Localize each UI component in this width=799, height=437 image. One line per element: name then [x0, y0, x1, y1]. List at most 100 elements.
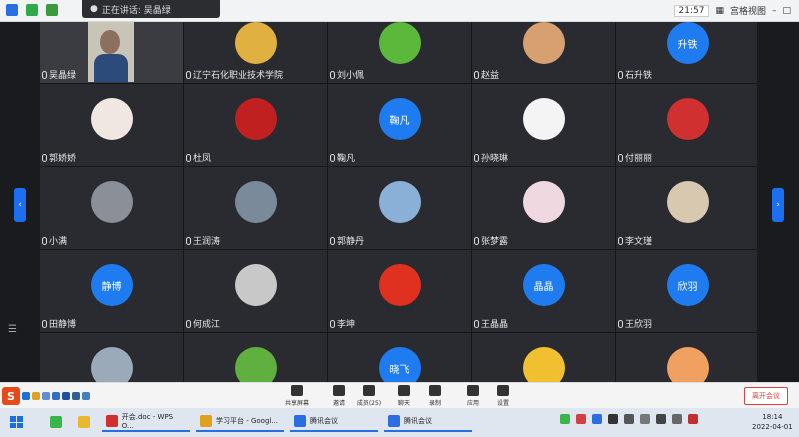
participant-tile[interactable]: 静博 田静博 [40, 250, 183, 332]
participant-tile[interactable]: 王润涛 [184, 167, 327, 249]
participant-tile[interactable]: 何成江 [184, 250, 327, 332]
participant-tile[interactable]: 晓飞 [328, 333, 471, 382]
participant-tile[interactable]: 辽宁石化职业技术学院 [184, 22, 327, 83]
participant-tile[interactable]: 吴晶绿 [40, 22, 183, 83]
taskbar-task[interactable]: 腾讯会议 [384, 412, 472, 432]
participant-name-label: 刘小佩 [330, 68, 364, 81]
task-app-icon [388, 415, 400, 427]
participant-tile[interactable]: 郭娇娇 [40, 84, 183, 166]
share-screen-icon [291, 385, 303, 396]
top-bar-right: 21:57 ▦ 宫格视图 – □ [673, 4, 791, 17]
mic-icon [42, 236, 47, 245]
participant-avatar: 晓飞 [378, 347, 421, 382]
settings-button[interactable]: 设置 [490, 385, 516, 407]
minimize-icon[interactable]: – [772, 6, 777, 16]
participant-tile[interactable]: 赵益 [472, 22, 615, 83]
participant-tile[interactable]: 张梦露 [472, 167, 615, 249]
tray-speaker-icon[interactable] [656, 414, 666, 424]
ime-lang-icon[interactable] [22, 392, 30, 400]
sogou-ime-icon[interactable]: S [2, 387, 20, 405]
mic-icon: ● [90, 4, 98, 14]
participant-grid: 吴晶绿 辽宁石化职业技术学院 刘小佩 赵益 升铁 石升铁郭娇娇 杜凤 鞠凡 鞠凡 孙晓琳 付丽丽小满… [40, 22, 757, 382]
taskbar-task[interactable]: 腾讯会议 [290, 412, 378, 432]
participant-name: 赵益 [481, 71, 500, 81]
taskbar-clock[interactable]: 18:14 2022-04-01 [752, 412, 793, 432]
participant-tile[interactable]: 李文瑾 [616, 167, 757, 249]
participant-tile[interactable]: 鞠凡 鞠凡 [328, 84, 471, 166]
tray-wifi-icon[interactable] [672, 414, 682, 424]
participant-name: 张梦露 [481, 237, 509, 247]
participant-tile[interactable]: 欣羽 王欣羽 [616, 250, 757, 332]
participant-avatar [234, 181, 277, 223]
tray-display-icon[interactable] [640, 414, 650, 424]
record-button[interactable]: 录制 [422, 385, 448, 407]
participant-avatar [522, 98, 565, 140]
members-button[interactable]: 成员(25) [356, 385, 382, 407]
close-icon[interactable]: □ [782, 6, 791, 16]
app-icon [50, 416, 62, 428]
mic-icon [42, 153, 47, 162]
apps-button[interactable]: 应用 [460, 385, 486, 407]
participant-name-label: 王润涛 [186, 234, 220, 247]
invite-button[interactable]: 邀请 [326, 385, 352, 407]
meeting-toolbar: S 共享屏幕 邀请 成员(25) 聊天 录制 应用 设置 离开会议 [0, 382, 799, 408]
participant-name: 郭静丹 [337, 237, 365, 247]
mic-icon [330, 70, 335, 79]
taskbar-time: 18:14 [762, 413, 783, 421]
tray-app-icon[interactable] [560, 414, 570, 424]
share-screen-button[interactable]: 共享屏幕 [284, 385, 310, 407]
ime-keyboard-icon[interactable] [62, 392, 70, 400]
next-page-arrow-icon[interactable]: › [772, 188, 784, 222]
invite-label: 邀请 [332, 400, 345, 407]
mic-icon [330, 236, 335, 245]
ime-punct-icon[interactable] [32, 392, 40, 400]
mic-icon [186, 236, 191, 245]
participant-name-label: 何成江 [186, 317, 220, 330]
participant-tile[interactable]: 小满 [40, 167, 183, 249]
tray-ime-icon[interactable] [688, 414, 698, 424]
tray-mic-icon[interactable] [608, 414, 618, 424]
grid-view-icon[interactable]: ▦ [715, 6, 724, 16]
participant-tile[interactable]: 升铁 石升铁 [616, 22, 757, 83]
meeting-clock: 21:57 [673, 4, 710, 17]
menu-icon[interactable]: ☰ [8, 324, 17, 335]
participant-tile[interactable]: 孙晓琳 [472, 84, 615, 166]
taskbar-task[interactable]: 开会.doc - WPS O... [102, 412, 190, 432]
participant-video [88, 22, 134, 82]
input-method-bar[interactable]: S [2, 384, 112, 408]
chat-button[interactable]: 聊天 [391, 385, 417, 407]
ime-emoji-icon[interactable] [42, 392, 50, 400]
tray-meeting-icon[interactable] [592, 414, 602, 424]
participant-tile[interactable] [184, 333, 327, 382]
taskbar-pinned-folder[interactable] [74, 412, 94, 432]
participant-tile[interactable]: 李坤 [328, 250, 471, 332]
participant-tile[interactable]: 郭静丹 [328, 167, 471, 249]
participant-tile[interactable]: 刘小佩 [328, 22, 471, 83]
participant-name: 王欣羽 [625, 320, 653, 330]
participant-name: 李文瑾 [625, 237, 653, 247]
participant-tile[interactable]: 晶晶 王晶晶 [472, 250, 615, 332]
participant-tile[interactable]: 杜凤 [184, 84, 327, 166]
tray-chat-icon[interactable] [624, 414, 634, 424]
members-icon [363, 385, 375, 396]
taskbar-pinned-green[interactable] [46, 412, 66, 432]
taskbar-task[interactable]: 学习平台 - Googl... [196, 412, 284, 432]
participant-tile[interactable] [40, 333, 183, 382]
info-icon[interactable] [6, 4, 18, 16]
participant-tile[interactable]: 付丽丽 [616, 84, 757, 166]
participant-tile[interactable] [616, 333, 757, 382]
participant-name-label: 石升铁 [618, 68, 652, 81]
view-toggle[interactable]: 宫格视图 [730, 4, 766, 17]
ime-tools-icon[interactable] [82, 392, 90, 400]
tray-security-icon[interactable] [576, 414, 586, 424]
ime-voice-icon[interactable] [52, 392, 60, 400]
ime-shirt-icon[interactable] [72, 392, 80, 400]
members-label: 成员(25) [356, 400, 382, 407]
shield-icon[interactable] [26, 4, 38, 16]
task-app-icon [200, 415, 212, 427]
leave-meeting-button[interactable]: 离开会议 [744, 387, 788, 405]
participant-avatar [234, 22, 277, 64]
prev-page-arrow-icon[interactable]: ‹ [14, 188, 26, 222]
participant-tile[interactable] [472, 333, 615, 382]
windows-start-icon[interactable] [10, 416, 23, 428]
